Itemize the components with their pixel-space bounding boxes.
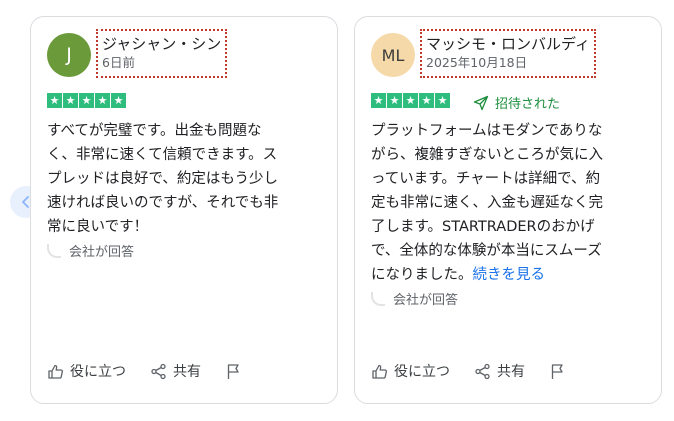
review-date: 6日前	[102, 55, 135, 70]
review-text-line: っています。チャートは詳細で、約	[371, 171, 601, 187]
thumbs-up-icon	[372, 364, 387, 379]
report-button[interactable]	[225, 363, 242, 380]
helpful-button[interactable]: 役に立つ	[371, 361, 450, 381]
share-icon	[151, 363, 166, 379]
invited-badge: 招待された	[473, 93, 560, 112]
company-reply-label: 会社が回答	[69, 245, 135, 260]
company-reply-label: 会社が回答	[393, 293, 459, 308]
helpful-button[interactable]: 役に立つ	[47, 361, 126, 381]
star-icon: ★	[63, 93, 78, 108]
report-button[interactable]	[549, 363, 566, 380]
review-text-line: 了します。STARTRADERのおかげ	[371, 219, 595, 235]
review-card: ML マッシモ・ロンバルディ 2025年10月18日 ★ ★ ★ ★ ★ 招待さ…	[354, 16, 662, 404]
review-text-line: 速ければ良いのですが、それでも非	[47, 195, 279, 211]
review-text: すべてが完璧です。出金も問題な く、非常に速くて信頼できます。ス プレッドは良好…	[47, 119, 319, 239]
review-text-line: プレッドは良好で、約定はもう少し	[47, 171, 278, 187]
invited-label: 招待された	[495, 97, 561, 112]
review-text: プラットフォームはモダンでありな がら、複雑すぎないところが気に入 っています。…	[371, 119, 643, 287]
review-text-line: プラットフォームはモダンでありな	[371, 123, 603, 139]
review-card: J ジャシャン・シン 6日前 ★ ★ ★ ★ ★ すべてが完璧です。出金も問題な…	[30, 16, 338, 404]
reviewer-name[interactable]: マッシモ・ロンバルディ	[426, 34, 590, 54]
review-date: 2025年10月18日	[426, 55, 528, 70]
helpful-label: 役に立つ	[70, 364, 126, 380]
reply-icon	[47, 243, 61, 258]
star-icon: ★	[95, 93, 110, 108]
helpful-label: 役に立つ	[394, 364, 450, 380]
share-label: 共有	[173, 364, 201, 380]
reply-icon	[371, 291, 385, 306]
star-icon: ★	[435, 93, 450, 108]
star-icon: ★	[47, 93, 62, 108]
read-more-link[interactable]: 続きを見る	[473, 267, 546, 283]
share-button[interactable]: 共有	[474, 361, 525, 381]
review-text-line: 定も非常に速く、入金も遅延なく完	[371, 195, 603, 211]
company-reply-toggle[interactable]: 会社が回答	[371, 289, 458, 308]
flag-icon	[227, 363, 239, 379]
reviewer-header: ジャシャン・シン 6日前	[96, 29, 228, 78]
review-text-line: になりました。続きを見る	[371, 263, 643, 287]
review-text-last: になりました。	[371, 267, 473, 283]
star-icon: ★	[371, 93, 386, 108]
star-icon: ★	[111, 93, 126, 108]
star-rating: ★ ★ ★ ★ ★	[371, 93, 450, 108]
review-actions: 役に立つ 共有	[371, 361, 566, 381]
share-button[interactable]: 共有	[150, 361, 201, 381]
company-reply-toggle[interactable]: 会社が回答	[47, 241, 134, 260]
thumbs-up-icon	[48, 364, 63, 379]
share-label: 共有	[497, 364, 525, 380]
review-text-line: がら、複雑すぎないところが気に入	[371, 147, 603, 163]
review-actions: 役に立つ 共有	[47, 361, 242, 381]
share-icon	[475, 363, 490, 379]
reviewer-name[interactable]: ジャシャン・シン	[102, 34, 221, 54]
flag-icon	[551, 363, 563, 379]
star-icon: ★	[387, 93, 402, 108]
review-text-line: すべてが完璧です。出金も問題な	[47, 123, 262, 139]
review-text-line: く、非常に速くて信頼できます。ス	[47, 147, 278, 163]
reviewer-header: マッシモ・ロンバルディ 2025年10月18日	[420, 29, 596, 78]
star-rating: ★ ★ ★ ★ ★	[47, 93, 126, 108]
review-text-line: 常に良いです！	[47, 219, 149, 235]
send-icon	[473, 95, 489, 110]
avatar[interactable]: J	[47, 33, 91, 77]
star-icon: ★	[403, 93, 418, 108]
star-icon: ★	[79, 93, 94, 108]
review-text-line: で、全体的な体験が本当にスムーズ	[371, 243, 602, 259]
star-icon: ★	[419, 93, 434, 108]
avatar[interactable]: ML	[371, 33, 415, 77]
